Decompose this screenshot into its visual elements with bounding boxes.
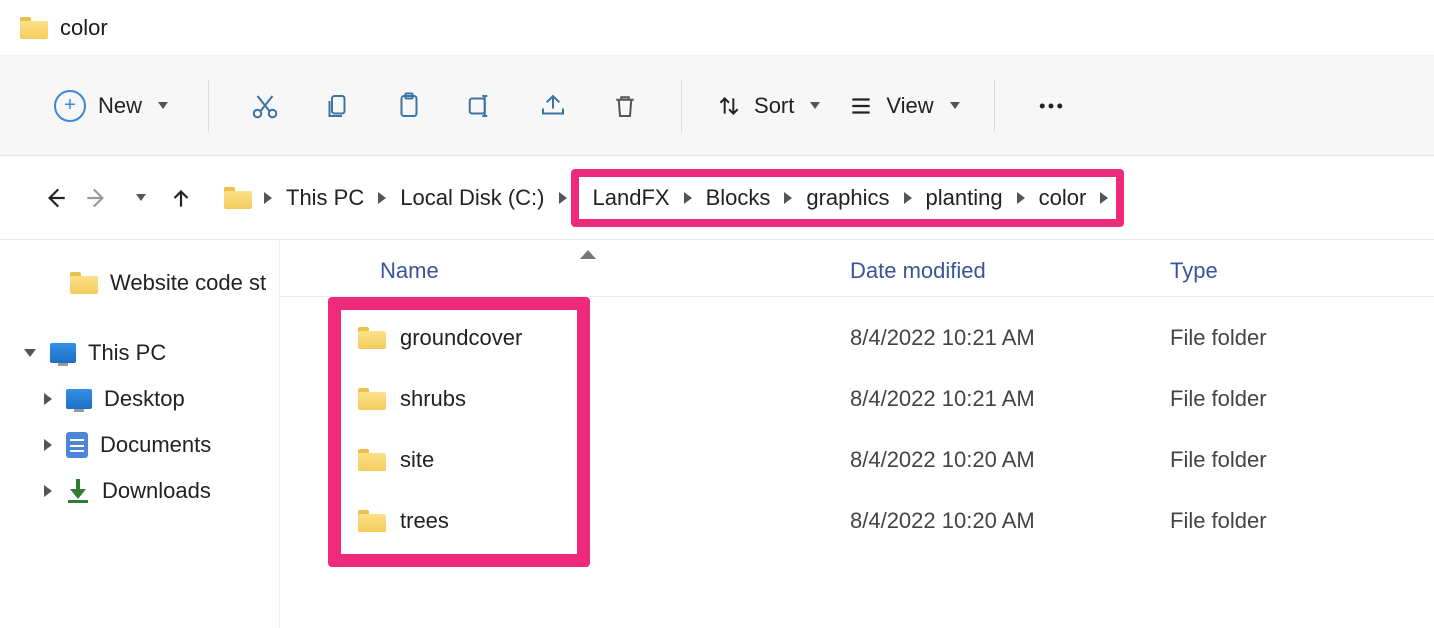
toolbar-separator — [208, 80, 209, 132]
chevron-right-icon — [378, 192, 386, 204]
sidebar: Website code st This PC Desktop Document… — [0, 240, 280, 628]
column-headers: Name Date modified Type — [280, 240, 1434, 297]
download-icon — [66, 479, 90, 503]
sidebar-item-documents[interactable]: Documents — [0, 422, 279, 468]
chevron-down-icon — [136, 194, 146, 201]
folder-icon — [358, 449, 386, 471]
file-type: File folder — [1170, 508, 1434, 534]
file-list: groundcover 8/4/2022 10:21 AM File folde… — [280, 297, 1434, 551]
chevron-down-icon — [810, 102, 820, 109]
breadcrumb-highlight: LandFX Blocks graphics planting color — [571, 169, 1125, 227]
forward-button[interactable] — [76, 177, 118, 219]
file-list-pane: Name Date modified Type groundcover 8/4/… — [280, 240, 1434, 628]
paste-button[interactable] — [379, 76, 439, 136]
sidebar-item-label: Documents — [100, 432, 211, 458]
file-name: trees — [400, 508, 449, 534]
chevron-right-icon — [1017, 192, 1025, 204]
file-date: 8/4/2022 10:21 AM — [850, 325, 1170, 351]
sidebar-item-label: Website code st — [110, 270, 266, 296]
rename-button[interactable] — [451, 76, 511, 136]
documents-icon — [66, 432, 88, 458]
chevron-right-icon — [784, 192, 792, 204]
chevron-down-icon — [158, 102, 168, 109]
view-label: View — [886, 93, 933, 119]
file-row[interactable]: groundcover 8/4/2022 10:21 AM File folde… — [280, 307, 1434, 368]
view-button[interactable]: View — [840, 93, 967, 119]
navigation-row: This PC Local Disk (C:) LandFX Blocks gr… — [0, 156, 1434, 240]
file-name: shrubs — [400, 386, 466, 412]
folder-icon — [358, 510, 386, 532]
column-header-type[interactable]: Type — [1170, 258, 1434, 284]
column-header-date[interactable]: Date modified — [850, 258, 1170, 284]
file-type: File folder — [1170, 447, 1434, 473]
sidebar-item-desktop[interactable]: Desktop — [0, 376, 279, 422]
file-row[interactable]: site 8/4/2022 10:20 AM File folder — [280, 429, 1434, 490]
sidebar-item-label: This PC — [88, 340, 166, 366]
recent-locations-button[interactable] — [118, 177, 160, 219]
caret-right-icon — [44, 393, 52, 405]
breadcrumb-item[interactable]: Blocks — [696, 179, 781, 217]
file-date: 8/4/2022 10:20 AM — [850, 447, 1170, 473]
folder-icon — [20, 17, 48, 39]
file-date: 8/4/2022 10:20 AM — [850, 508, 1170, 534]
view-icon — [848, 93, 874, 119]
title-bar: color — [0, 0, 1434, 56]
breadcrumb-item[interactable]: color — [1029, 179, 1097, 217]
up-button[interactable] — [160, 177, 202, 219]
more-button[interactable] — [1021, 76, 1081, 136]
plus-icon: + — [54, 90, 86, 122]
chevron-right-icon — [684, 192, 692, 204]
share-button[interactable] — [523, 76, 583, 136]
pc-icon — [50, 343, 76, 363]
folder-icon — [358, 327, 386, 349]
file-row[interactable]: trees 8/4/2022 10:20 AM File folder — [280, 490, 1434, 551]
toolbar: + New — [0, 56, 1434, 156]
breadcrumb-item[interactable]: planting — [916, 179, 1013, 217]
toolbar-separator — [681, 80, 682, 132]
toolbar-separator — [994, 80, 995, 132]
desktop-icon — [66, 389, 92, 409]
breadcrumb-item[interactable]: Local Disk (C:) — [390, 179, 554, 217]
chevron-right-icon — [1100, 192, 1108, 204]
sort-label: Sort — [754, 93, 794, 119]
chevron-right-icon — [264, 192, 272, 204]
breadcrumb-item[interactable]: LandFX — [583, 179, 680, 217]
chevron-right-icon — [904, 192, 912, 204]
caret-right-icon — [44, 485, 52, 497]
sidebar-item-downloads[interactable]: Downloads — [0, 468, 279, 514]
sidebar-item-this-pc[interactable]: This PC — [0, 330, 279, 376]
sort-icon — [716, 93, 742, 119]
chevron-down-icon — [950, 102, 960, 109]
folder-icon — [224, 187, 252, 209]
chevron-right-icon — [559, 192, 567, 204]
sidebar-item-label: Desktop — [104, 386, 185, 412]
back-button[interactable] — [34, 177, 76, 219]
content-area: Website code st This PC Desktop Document… — [0, 240, 1434, 628]
breadcrumb-item[interactable]: graphics — [796, 179, 899, 217]
new-button[interactable]: + New — [40, 82, 182, 130]
caret-right-icon — [44, 439, 52, 451]
copy-button[interactable] — [307, 76, 367, 136]
file-row[interactable]: shrubs 8/4/2022 10:21 AM File folder — [280, 368, 1434, 429]
new-button-label: New — [98, 93, 142, 119]
column-header-name[interactable]: Name — [280, 258, 850, 284]
file-date: 8/4/2022 10:21 AM — [850, 386, 1170, 412]
sort-button[interactable]: Sort — [708, 93, 828, 119]
file-name: site — [400, 447, 434, 473]
sort-ascending-icon — [580, 250, 596, 259]
sidebar-item-label: Downloads — [102, 478, 211, 504]
file-type: File folder — [1170, 386, 1434, 412]
folder-icon — [358, 388, 386, 410]
caret-down-icon — [24, 349, 36, 357]
window-title: color — [60, 15, 108, 41]
file-name: groundcover — [400, 325, 522, 351]
address-bar[interactable]: This PC Local Disk (C:) LandFX Blocks gr… — [210, 169, 1124, 227]
file-type: File folder — [1170, 325, 1434, 351]
breadcrumb-item[interactable]: This PC — [276, 179, 374, 217]
sidebar-item-website-code[interactable]: Website code st — [0, 260, 279, 306]
cut-button[interactable] — [235, 76, 295, 136]
delete-button[interactable] — [595, 76, 655, 136]
folder-icon — [70, 272, 98, 294]
